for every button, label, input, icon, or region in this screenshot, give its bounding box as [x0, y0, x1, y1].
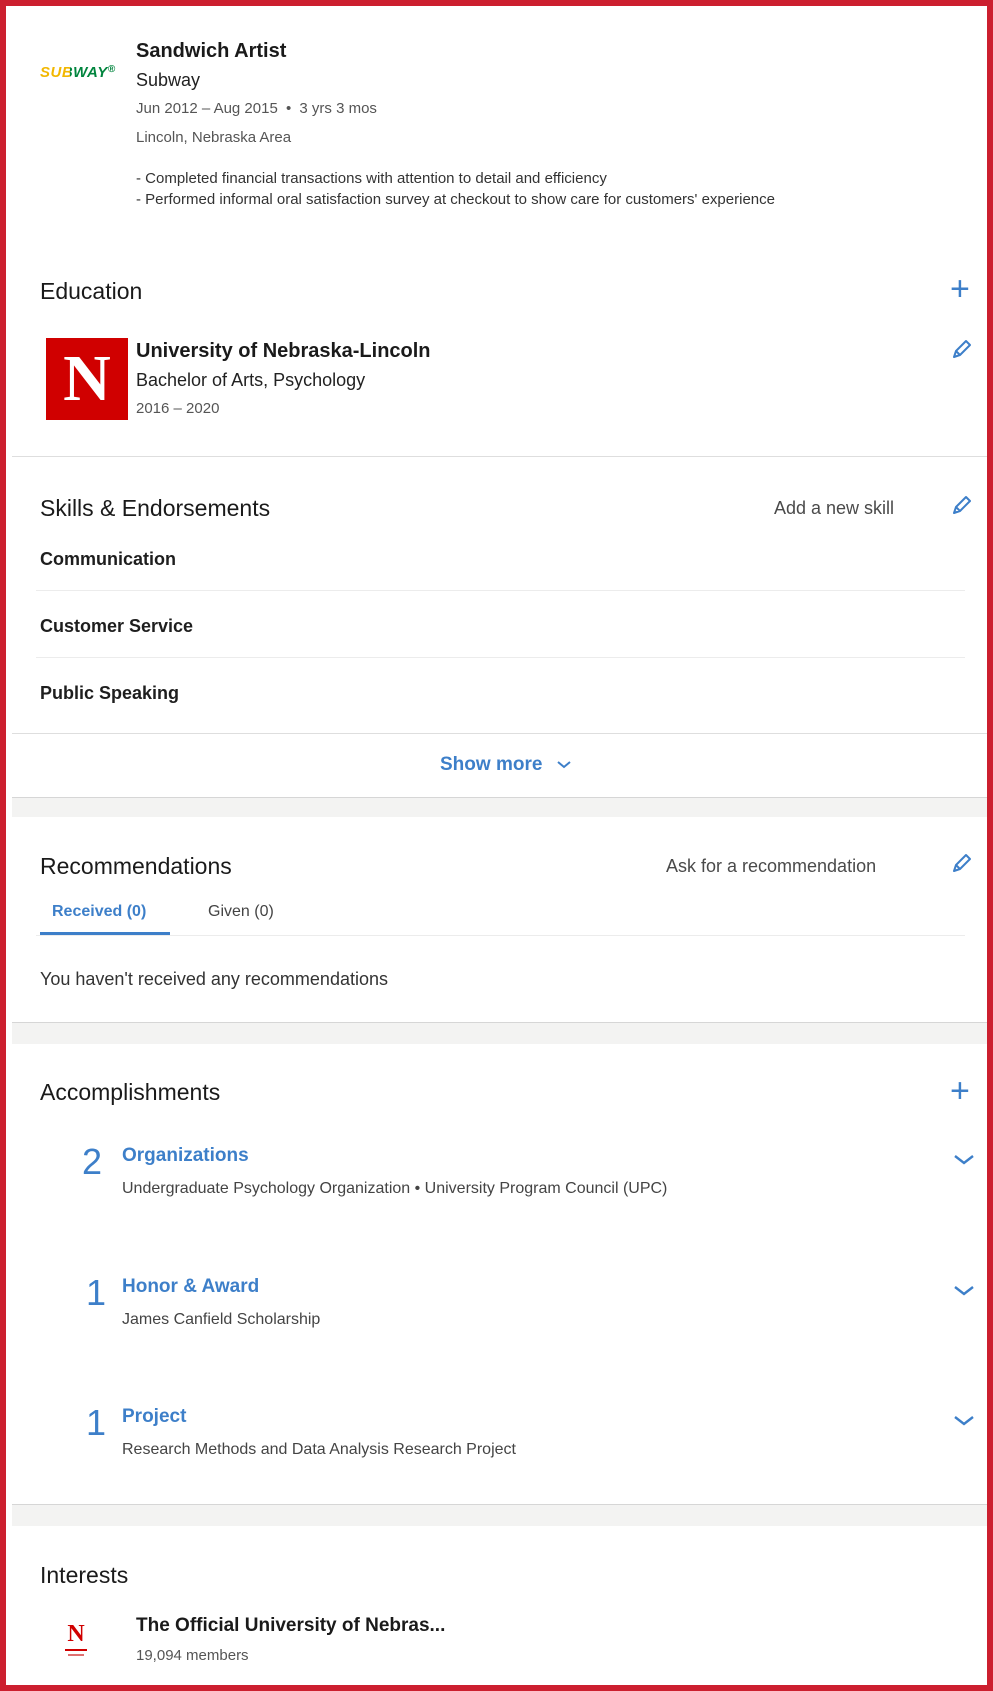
pencil-icon — [953, 340, 971, 358]
accomplishment-title[interactable]: Honor & Award — [122, 1276, 259, 1298]
section-gap — [12, 1504, 987, 1527]
edit-education-button[interactable] — [950, 337, 974, 361]
section-gap — [12, 797, 987, 818]
unl-interest-logo: N — [54, 1621, 98, 1665]
job-bullet: - Completed financial transactions with … — [136, 170, 607, 187]
accomplishment-count: 1 — [86, 1272, 107, 1313]
accomplishments-heading: Accomplishments — [40, 1079, 221, 1105]
accomplishment-detail: James Canfield Scholarship — [122, 1311, 321, 1328]
interest-members: 19,094 members — [136, 1647, 249, 1664]
education-years: 2016 – 2020 — [136, 400, 220, 417]
job-location: Lincoln, Nebraska Area — [136, 129, 292, 146]
subway-logo-text: SUBWAY — [40, 64, 108, 81]
company-name: Subway — [136, 70, 201, 90]
unl-interest-logo-letter: N — [67, 1621, 85, 1647]
interest-name[interactable]: The Official University of Nebras... — [136, 1615, 445, 1637]
chevron-down-icon — [954, 1155, 974, 1165]
accomplishments-card — [12, 1044, 987, 1504]
chevron-down-icon — [954, 1286, 974, 1296]
accomplishment-detail: Research Methods and Data Analysis Resea… — [122, 1441, 516, 1458]
expand-honors-button[interactable] — [952, 1284, 976, 1298]
expand-organizations-button[interactable] — [952, 1153, 976, 1167]
job-duration: 3 yrs 3 mos — [299, 100, 377, 117]
divider — [12, 733, 987, 734]
section-gap — [12, 1022, 987, 1045]
interests-heading: Interests — [40, 1562, 129, 1588]
accomplishment-title[interactable]: Project — [122, 1406, 186, 1428]
degree: Bachelor of Arts, Psychology — [136, 370, 366, 390]
divider — [36, 657, 965, 658]
edit-skills-button[interactable] — [950, 493, 974, 517]
accomplishment-detail: Undergraduate Psychology Organization • … — [122, 1180, 668, 1197]
skill-item[interactable]: Communication — [40, 549, 176, 570]
job-title: Sandwich Artist — [136, 40, 287, 62]
recommendations-card — [12, 817, 987, 1022]
chevron-down-icon — [954, 1416, 974, 1426]
plus-icon: + — [950, 1072, 970, 1110]
job-bullet: - Performed informal oral satisfaction s… — [136, 191, 775, 208]
subway-logo: SUBWAY® — [40, 64, 116, 81]
add-accomplishment-button[interactable]: + — [950, 1074, 970, 1108]
accomplishment-count: 2 — [82, 1141, 103, 1182]
unl-logo: N — [46, 338, 128, 420]
show-more-label: Show more — [440, 754, 543, 775]
chevron-down-icon — [557, 761, 571, 769]
divider — [36, 935, 965, 936]
pencil-icon — [953, 854, 971, 872]
show-more-button[interactable]: Show more — [440, 754, 572, 776]
accomplishment-count: 1 — [86, 1402, 107, 1443]
profile-page: SUBWAY® Sandwich Artist Subway Jun 2012 … — [0, 0, 993, 1691]
add-education-button[interactable]: + — [950, 272, 970, 306]
school-name[interactable]: University of Nebraska-Lincoln — [136, 340, 431, 363]
skill-item[interactable]: Customer Service — [40, 616, 193, 637]
ask-recommendation-link[interactable]: Ask for a recommendation — [666, 856, 876, 877]
unl-logo-letter: N — [63, 342, 111, 415]
job-dates: Jun 2012 – Aug 2015 — [136, 100, 278, 117]
recommendations-empty-text: You haven't received any recommendations — [40, 969, 388, 989]
recommendations-heading: Recommendations — [40, 853, 232, 879]
skill-item[interactable]: Public Speaking — [40, 683, 179, 704]
pencil-icon — [953, 496, 971, 514]
add-skill-link[interactable]: Add a new skill — [774, 498, 894, 519]
interests-card — [12, 1526, 987, 1685]
divider — [36, 590, 965, 591]
job-dates-row: Jun 2012 – Aug 2015 • 3 yrs 3 mos — [136, 100, 377, 117]
accomplishment-title[interactable]: Organizations — [122, 1145, 249, 1167]
expand-projects-button[interactable] — [952, 1414, 976, 1428]
tab-given[interactable]: Given (0) — [208, 903, 274, 921]
plus-icon: + — [950, 270, 970, 308]
job-description: - Completed financial transactions with … — [136, 168, 926, 210]
education-heading: Education — [40, 278, 143, 304]
tab-received[interactable]: Received (0) — [52, 903, 146, 921]
edit-recommendations-button[interactable] — [950, 851, 974, 875]
skills-heading: Skills & Endorsements — [40, 495, 271, 521]
